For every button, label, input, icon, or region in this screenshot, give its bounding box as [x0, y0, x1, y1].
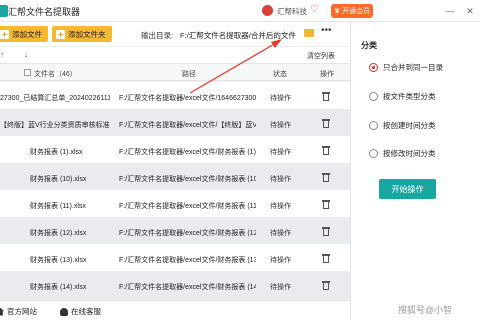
sort-up-icon[interactable]: ↑ — [0, 50, 4, 59]
options-panel: 分类 只合并到同一目录 按文件类型分类 按创建时间分类 按修改时间分类 开始操作 — [350, 22, 480, 320]
radio-icon[interactable] — [369, 121, 378, 130]
row-file-path: F:/汇帮文件名提取器/excel文件/财务报表 (14).xlsx — [119, 284, 256, 291]
delete-icon[interactable] — [322, 200, 330, 209]
toolbar: + 添加文件 + 添加文件夹 输出目录: F:/汇帮文件名提取器/合并后的文件 … — [0, 22, 350, 46]
official-website-label: 官方网站 — [7, 307, 37, 316]
row-file-name: 27300_已结算汇总单_20240226111259.xl: — [0, 95, 110, 102]
row-status: 待操作 — [270, 257, 291, 264]
option-by-modified-time[interactable]: 按修改时间分类 — [369, 148, 436, 159]
category-title: 分类 — [361, 41, 377, 50]
vip-button-label: 开通会员 — [342, 8, 371, 15]
file-table-body: 27300_已结算汇总单_20240226111259.xl: F:/汇帮文件名… — [0, 82, 350, 300]
watermark: 搜狐号@小智 — [398, 305, 453, 315]
row-file-path: F:/汇帮文件名提取器/excel文件/【终版】蓝V行业 — [119, 122, 256, 129]
option-label: 按修改时间分类 — [383, 149, 436, 158]
row-file-name: 财务报表 (10).xlsx — [30, 176, 87, 183]
header-action: 操作 — [320, 71, 334, 78]
row-file-path: F:/汇帮文件名提取器/excel文件/财务报表 (12).xlsx — [119, 230, 256, 237]
title-bar: 汇帮文件名提取器 汇帮科技 ♡ ♛ 开通会员 — ✕ — [0, 0, 480, 22]
add-file-button[interactable]: + 添加文件 — [0, 26, 48, 42]
support-agent-icon — [60, 307, 68, 316]
option-by-created-time[interactable]: 按创建时间分类 — [369, 120, 436, 131]
row-status: 待操作 — [270, 122, 291, 129]
row-status: 待操作 — [270, 149, 291, 156]
vip-button[interactable]: ♛ 开通会员 — [331, 4, 373, 18]
row-file-name: 财务报表 (1).xlsx — [30, 149, 83, 156]
minimize-button[interactable]: — — [443, 4, 457, 18]
list-controls-bar: ↑ ↓ 清空列表 — [0, 46, 350, 63]
brand-logo-icon — [262, 5, 273, 16]
clear-list-button[interactable]: 清空列表 — [307, 51, 335, 61]
row-file-name: 财务报表 (11).xlsx — [30, 203, 86, 210]
add-file-label: 添加文件 — [12, 29, 42, 39]
row-file-name: 财务报表 (12).xlsx — [30, 230, 87, 237]
header-status[interactable]: 状态 — [273, 69, 287, 79]
sort-down-icon[interactable]: ↓ — [24, 50, 28, 59]
online-support-link[interactable]: 在线客服 — [60, 306, 101, 317]
output-dir-label: 输出目录: — [141, 31, 174, 40]
table-header: 文件名（46） 路径 状态 操作 — [0, 63, 350, 81]
row-file-path: F:/汇帮文件名提取器/excel文件/财务报表 (13).xlsx — [119, 257, 256, 264]
add-folder-button[interactable]: + 添加文件夹 — [52, 26, 112, 42]
start-button[interactable]: 开始操作 — [379, 179, 436, 199]
row-status: 待操作 — [270, 203, 291, 210]
row-status: 待操作 — [270, 230, 291, 237]
option-label: 按文件类型分类 — [383, 92, 436, 101]
row-file-name: 财务报表 (13).xlsx — [30, 257, 87, 264]
option-label: 只合并到同一目录 — [383, 63, 443, 72]
heart-icon[interactable]: ♡ — [310, 4, 319, 16]
row-file-path: F:/汇帮文件名提取器/excel文件/财务报表 (10).xlsx — [119, 176, 256, 183]
delete-icon[interactable] — [322, 227, 330, 236]
add-folder-label: 添加文件夹 — [68, 29, 106, 39]
delete-icon[interactable] — [322, 119, 330, 128]
row-file-name: 财务报表 (14).xlsx — [30, 284, 87, 291]
delete-icon[interactable] — [322, 92, 330, 101]
delete-icon[interactable] — [322, 254, 330, 263]
table-row[interactable]: 财务报表 (14).xlsx F:/汇帮文件名提取器/excel文件/财务报表 … — [0, 271, 350, 300]
option-by-file-type[interactable]: 按文件类型分类 — [369, 91, 436, 102]
footer-bar: 官方网站 在线客服 — [0, 300, 350, 320]
row-file-path: F:/汇帮文件名提取器/excel文件/财务报表 (11).xlsx — [119, 203, 256, 210]
header-path[interactable]: 路径 — [182, 69, 196, 79]
app-title: 汇帮文件名提取器 — [8, 7, 81, 17]
delete-icon[interactable] — [322, 281, 330, 290]
select-all-checkbox[interactable] — [24, 69, 31, 76]
row-file-path: F:/汇帮文件名提取器/excel文件/财务报表 (1).xlsx — [119, 149, 256, 156]
more-options-icon[interactable]: ••• — [321, 25, 332, 36]
option-label: 按创建时间分类 — [383, 121, 436, 130]
delete-icon[interactable] — [322, 146, 330, 155]
header-name[interactable]: 文件名（46） — [34, 69, 77, 79]
open-folder-icon[interactable] — [304, 29, 314, 37]
crown-icon: ♛ — [333, 8, 341, 15]
option-merge-same-dir[interactable]: 只合并到同一目录 — [369, 62, 443, 73]
radio-selected-icon[interactable] — [369, 63, 378, 72]
close-button[interactable]: ✕ — [463, 4, 477, 18]
row-status: 待操作 — [270, 176, 291, 183]
radio-icon[interactable] — [369, 92, 378, 101]
radio-icon[interactable] — [369, 149, 378, 158]
brand-name: 汇帮科技 — [277, 7, 307, 16]
row-file-path: F:/汇帮文件名提取器/excel文件/1646627300_已 — [119, 95, 256, 102]
plus-icon: + — [0, 29, 9, 39]
official-website-link[interactable]: 官方网站 — [0, 306, 37, 317]
plus-icon: + — [56, 29, 65, 39]
home-icon — [0, 307, 4, 316]
row-status: 待操作 — [270, 95, 291, 102]
online-support-label: 在线客服 — [71, 307, 101, 316]
output-dir-path[interactable]: F:/汇帮文件名提取器/合并后的文件 — [180, 30, 296, 41]
row-file-name: 【终版】蓝V行业分类资质审核标准.xlsx — [0, 122, 110, 129]
delete-icon[interactable] — [322, 173, 330, 182]
app-logo-icon — [0, 5, 8, 17]
row-status: 待操作 — [270, 284, 291, 291]
